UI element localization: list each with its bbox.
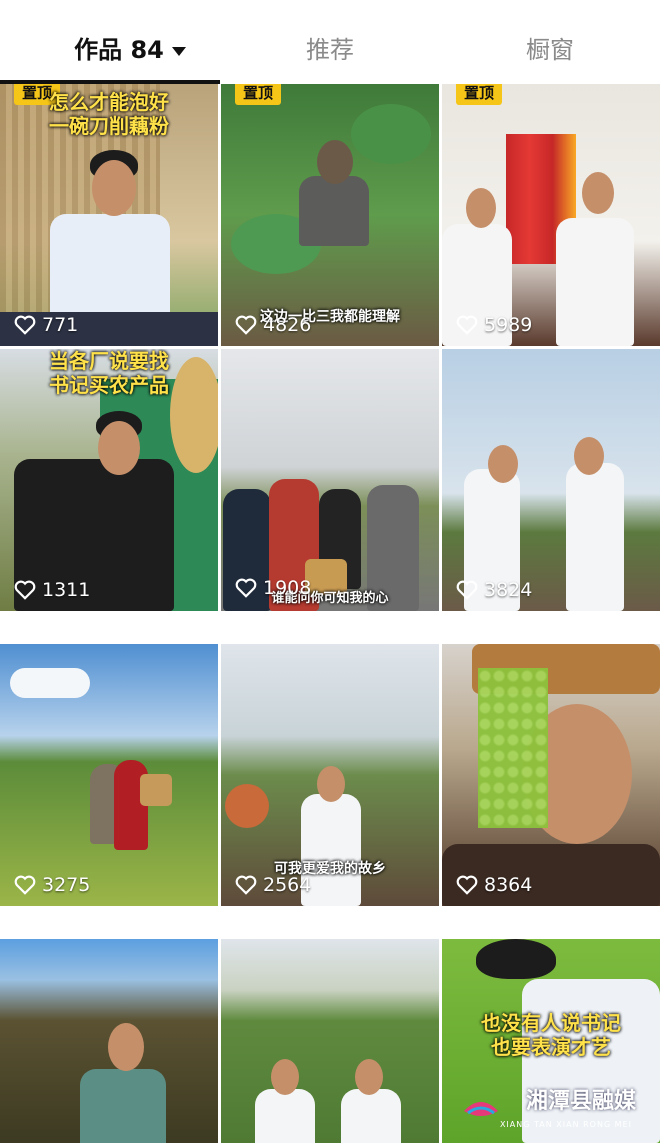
- pinned-badge: 置顶: [456, 84, 503, 105]
- like-count: 8364: [456, 874, 532, 896]
- basket: [140, 774, 172, 806]
- person: [566, 463, 624, 611]
- heart-icon: [14, 580, 36, 600]
- person-head: [488, 445, 518, 483]
- person: [522, 979, 660, 1143]
- video-thumbnail[interactable]: 可我更爱我的故乡 2564: [221, 644, 439, 906]
- person: [255, 1089, 315, 1143]
- like-count: 1908: [235, 577, 311, 599]
- person-head: [317, 140, 353, 184]
- heart-icon: [14, 875, 36, 895]
- person: [556, 218, 634, 346]
- person: [341, 1089, 401, 1143]
- video-thumbnail[interactable]: [221, 939, 439, 1143]
- cloud: [10, 668, 90, 698]
- video-thumbnail[interactable]: 3275: [0, 644, 218, 906]
- heart-icon: [14, 315, 36, 335]
- video-thumbnail[interactable]: 置顶 怎么才能泡好 一碗刀削藕粉 771: [0, 84, 218, 346]
- person-head: [466, 188, 496, 228]
- heart-icon: [235, 315, 257, 335]
- like-count: 2564: [235, 874, 311, 896]
- heart-icon: [235, 578, 257, 598]
- hanging-lotus-seeds: [478, 668, 548, 828]
- video-thumbnail[interactable]: 谁能问你可知我的心 1908: [221, 349, 439, 611]
- watermark-text: 湘潭县融媒: [525, 1089, 636, 1114]
- video-thumbnail[interactable]: 3824: [442, 349, 660, 611]
- pinned-badge: 置顶: [235, 84, 282, 105]
- person-head: [271, 1059, 299, 1095]
- video-caption: 怎么才能泡好 一碗刀削藕粉: [49, 90, 169, 138]
- person-hair: [476, 939, 556, 979]
- like-count: 771: [14, 314, 78, 336]
- heart-icon: [235, 875, 257, 895]
- person-head: [108, 1023, 144, 1071]
- lotus-leaf: [351, 104, 431, 164]
- heart-icon: [456, 875, 478, 895]
- video-thumbnail[interactable]: 8364: [442, 644, 660, 906]
- like-count: 1311: [14, 579, 90, 601]
- tab-recommended[interactable]: 推荐: [250, 30, 410, 70]
- person-head: [582, 172, 614, 214]
- person-head: [317, 766, 345, 802]
- like-count: 3275: [14, 874, 90, 896]
- person-head: [574, 437, 604, 475]
- profile-tab-bar: 作品 84 推荐 橱窗: [0, 0, 660, 84]
- heart-icon: [456, 315, 478, 335]
- video-caption: 也没有人说书记 也要表演才艺: [481, 1011, 621, 1059]
- lotus-seed-pod: [225, 784, 269, 828]
- person-head: [92, 160, 136, 216]
- media-logo-icon: [464, 1102, 498, 1116]
- video-thumbnail[interactable]: 也没有人说书记 也要表演才艺 湘潭县融媒 XIANG TAN XIAN RONG…: [442, 939, 660, 1143]
- heart-icon: [456, 580, 478, 600]
- like-count: 5989: [456, 314, 532, 336]
- caret-down-icon[interactable]: [171, 46, 186, 56]
- tab-showcase[interactable]: 橱窗: [470, 30, 630, 70]
- person-head: [98, 421, 140, 475]
- person-head: [355, 1059, 383, 1095]
- video-thumbnail[interactable]: [0, 939, 218, 1143]
- like-count: 4826: [235, 314, 311, 336]
- video-thumbnail[interactable]: 置顶 这边一比三我都能理解 4826: [221, 84, 439, 346]
- person: [299, 176, 369, 246]
- watermark-subtext: XIANG TAN XIAN RONG MEI: [499, 1120, 632, 1129]
- person: [80, 1069, 166, 1143]
- video-thumbnail[interactable]: 当各厂说要找 书记买农产品 1311: [0, 349, 218, 611]
- tab-works[interactable]: 作品 84: [40, 30, 220, 70]
- video-thumbnail[interactable]: 置顶 5989: [442, 84, 660, 346]
- like-count: 3824: [456, 579, 532, 601]
- video-grid: 置顶 怎么才能泡好 一碗刀削藕粉 771 置顶 这边一比三我都能理解 4826 …: [0, 84, 660, 1143]
- tab-works-label: 作品 84: [74, 36, 164, 64]
- video-caption: 当各厂说要找 书记买农产品: [49, 349, 169, 397]
